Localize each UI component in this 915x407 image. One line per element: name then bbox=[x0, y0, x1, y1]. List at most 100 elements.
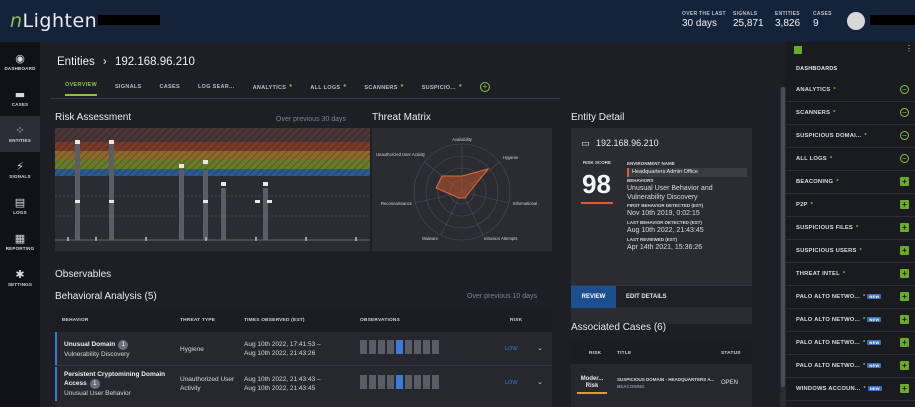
logs-icon: ▤ bbox=[14, 196, 26, 209]
nav-dashboard[interactable]: ◉ DASHBOARD bbox=[0, 44, 40, 80]
new-tag: NEW bbox=[867, 386, 882, 391]
axis-malware: Malware bbox=[422, 236, 438, 241]
stat-period[interactable]: OVER THE LAST 30 days bbox=[682, 11, 726, 29]
expand-chevron-icon[interactable]: ⌄ bbox=[537, 344, 543, 353]
remove-dashboard-icon[interactable]: − bbox=[900, 108, 909, 117]
entity-actions: REVIEW EDIT DETAILS bbox=[571, 285, 752, 308]
add-dashboard-icon[interactable]: + bbox=[900, 246, 909, 255]
axis-intrusion: Intrusion Attempts bbox=[484, 236, 518, 241]
dashboard-item[interactable]: PALO ALTO NETWO... * NEW + bbox=[786, 286, 915, 309]
add-dashboard-icon[interactable]: + bbox=[900, 361, 909, 370]
tab-log-search[interactable]: LOG SEAR... bbox=[198, 80, 235, 94]
dashboard-item[interactable]: PALO ALTO NETWO... * NEW + bbox=[786, 309, 915, 332]
add-dashboard-icon[interactable]: + bbox=[900, 292, 909, 301]
risk-low-badge: LOW bbox=[505, 346, 518, 352]
remove-dashboard-icon[interactable]: − bbox=[900, 131, 909, 140]
nav-logs[interactable]: ▤ LOGS bbox=[0, 188, 40, 224]
col-observations[interactable]: OBSERVATIONS bbox=[360, 318, 400, 323]
add-dashboard-icon[interactable]: + bbox=[900, 315, 909, 324]
risk-score-underline bbox=[581, 202, 613, 204]
tab-all-logs[interactable]: ALL LOGS * bbox=[310, 80, 346, 95]
tab-bar: OVERVIEW SIGNALS CASES LOG SEAR... ANALY… bbox=[57, 78, 490, 96]
breadcrumb: Entities › 192.168.96.210 bbox=[57, 56, 195, 68]
col-behavior[interactable]: BEHAVIOR bbox=[62, 318, 89, 323]
risk-assessment-chart[interactable] bbox=[55, 128, 370, 251]
tab-analytics[interactable]: ANALYTICS * bbox=[253, 80, 293, 95]
risk-subtitle: Over previous 30 days bbox=[276, 116, 347, 123]
dashboards-heading: DASHBOARDS bbox=[796, 66, 838, 72]
stat-entities[interactable]: ENTITIES 3,826 bbox=[775, 11, 800, 29]
tab-signals[interactable]: SIGNALS bbox=[115, 80, 142, 94]
remove-dashboard-icon[interactable]: − bbox=[900, 85, 909, 94]
dashboard-item[interactable]: SUSPICIOUS DOMAI... * − bbox=[786, 125, 915, 148]
entities-icon: ⁘ bbox=[15, 124, 25, 137]
add-dashboard-icon[interactable]: + bbox=[900, 200, 909, 209]
entity-ip: 192.168.96.210 bbox=[596, 138, 659, 148]
behavioral-title: Behavioral Analysis (5) bbox=[55, 291, 157, 302]
edit-details-button[interactable]: EDIT DETAILS bbox=[626, 286, 667, 308]
risk-title: Risk Assessment bbox=[55, 112, 132, 123]
add-dashboard-icon[interactable]: + bbox=[900, 223, 909, 232]
col-times-observed[interactable]: TIMES OBSERVED (EST) bbox=[244, 318, 305, 323]
add-dashboard-icon[interactable]: + bbox=[900, 338, 909, 347]
panel-menu-icon[interactable]: ⋮ bbox=[905, 44, 913, 53]
new-tag: NEW bbox=[867, 294, 882, 299]
dashboard-item[interactable]: P2P * + bbox=[786, 194, 915, 217]
redacted-org-name bbox=[98, 15, 160, 25]
tab-scanners[interactable]: SCANNERS * bbox=[364, 80, 403, 95]
nav-reporting[interactable]: ▦ REPORTING bbox=[0, 224, 40, 260]
nav-cases[interactable]: ▬ CASES bbox=[0, 80, 40, 116]
axis-availability: Availability bbox=[452, 137, 473, 142]
axis-unauthorized: Unauthorized User Activity bbox=[376, 152, 426, 157]
axis-hygiene: Hygiene bbox=[503, 155, 519, 160]
dashboard-item[interactable]: BEACONING * + bbox=[786, 171, 915, 194]
review-button[interactable]: REVIEW bbox=[571, 286, 616, 308]
dashboard-item[interactable]: THREAT INTEL * + bbox=[786, 263, 915, 286]
tab-cases[interactable]: CASES bbox=[160, 80, 180, 94]
count-badge: 1 bbox=[118, 340, 129, 350]
stat-cases[interactable]: CASES 9 bbox=[813, 11, 832, 29]
dashboard-item[interactable]: PALO ALTO NETWO... * NEW + bbox=[786, 355, 915, 378]
main-scrollbar-thumb[interactable] bbox=[781, 87, 785, 387]
nav-settings[interactable]: ✱ SETTINGS bbox=[0, 260, 40, 296]
top-bar: nLighten OVER THE LAST 30 days SIGNALS 2… bbox=[0, 0, 915, 42]
tab-dot: * bbox=[458, 83, 462, 91]
app-logo[interactable]: nLighten bbox=[10, 10, 97, 32]
col-risk[interactable]: RISK bbox=[510, 318, 522, 323]
nav-entities[interactable]: ⁘ ENTITIES bbox=[0, 116, 40, 152]
table-row[interactable]: Moder... Risk SUSPICIOUS DOMAIN - HEADQU… bbox=[571, 370, 752, 400]
grid-icon[interactable] bbox=[794, 46, 802, 54]
tab-overview[interactable]: OVERVIEW bbox=[65, 78, 97, 96]
observables-title: Observables bbox=[55, 269, 112, 280]
redacted-user-name bbox=[870, 15, 915, 25]
tab-dot: * bbox=[343, 83, 347, 91]
add-dashboard-icon[interactable]: + bbox=[900, 384, 909, 393]
tab-dot: * bbox=[289, 83, 293, 91]
tab-suspicious[interactable]: SUSPICIO... * bbox=[422, 80, 462, 95]
col-threat-type[interactable]: THREAT TYPE bbox=[180, 318, 215, 323]
dashboard-item[interactable]: ANALYTICS * − bbox=[786, 79, 915, 102]
dashboard-item[interactable]: SUSPICIOUS USERS * + bbox=[786, 240, 915, 263]
nav-signals[interactable]: ⚡ SIGNALS bbox=[0, 152, 40, 188]
breadcrumb-parent[interactable]: Entities bbox=[57, 56, 95, 68]
risk-score-value: 98 bbox=[582, 169, 611, 199]
associated-cases-table: RISK TITLE STATUS Moder... Risk SUSPICIO… bbox=[571, 340, 752, 407]
threat-matrix-chart[interactable]: Availability Hygiene Informational Intru… bbox=[372, 128, 552, 251]
dashboard-item[interactable]: SUSPICIOUS FILES * + bbox=[786, 217, 915, 240]
dashboard-item[interactable]: WINDOWS ACCOUN... * NEW + bbox=[786, 378, 915, 401]
expand-chevron-icon[interactable]: ⌄ bbox=[537, 378, 543, 387]
add-dashboard-icon[interactable]: + bbox=[900, 269, 909, 278]
dashboard-item[interactable]: PALO ALTO NETWO... * NEW + bbox=[786, 332, 915, 355]
add-dashboard-icon[interactable]: + bbox=[900, 177, 909, 186]
avatar[interactable] bbox=[847, 12, 865, 30]
risk-score-label: RISK SCORE bbox=[583, 160, 612, 165]
add-tab-icon[interactable]: + bbox=[479, 82, 490, 92]
remove-dashboard-icon[interactable]: − bbox=[900, 154, 909, 163]
dashboard-item[interactable]: SCANNERS * − bbox=[786, 102, 915, 125]
table-row[interactable]: Persistent Cryptomining Domain Access 1 Un… bbox=[55, 367, 552, 401]
table-row[interactable]: Unusual Domain 1 Vulnerability Discovery H… bbox=[55, 332, 552, 366]
count-badge: 1 bbox=[89, 379, 100, 389]
new-tag: NEW bbox=[867, 317, 882, 322]
stat-signals[interactable]: SIGNALS 25,871 bbox=[733, 11, 764, 29]
dashboard-item[interactable]: ALL LOGS * − bbox=[786, 148, 915, 171]
